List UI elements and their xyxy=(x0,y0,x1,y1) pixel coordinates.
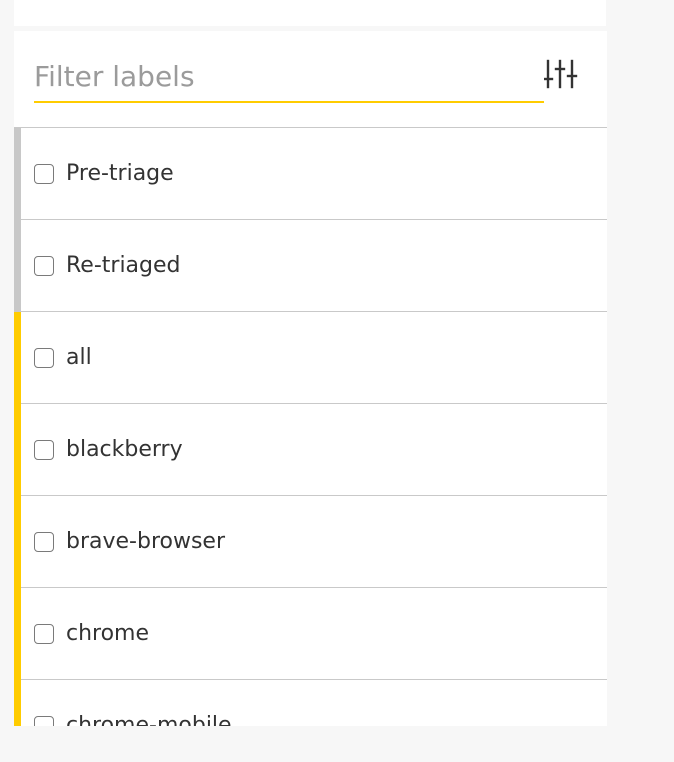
label-checkbox[interactable] xyxy=(34,623,54,644)
label-checkbox[interactable] xyxy=(34,163,54,184)
label-name: blackberry xyxy=(66,437,183,462)
sliders-icon xyxy=(542,59,578,89)
label-color-bar xyxy=(14,588,21,680)
top-strip xyxy=(14,0,606,26)
label-checkbox[interactable] xyxy=(34,531,54,552)
filter-labels-input[interactable] xyxy=(34,55,544,103)
label-item[interactable]: all xyxy=(14,312,607,404)
label-color-bar xyxy=(14,312,21,404)
label-item[interactable]: brave-browser xyxy=(14,496,607,588)
label-color-bar xyxy=(14,220,21,312)
filter-bar xyxy=(14,31,607,128)
label-name: chrome-mobile xyxy=(66,713,232,726)
label-item[interactable]: blackberry xyxy=(14,404,607,496)
label-checkbox[interactable] xyxy=(34,255,54,276)
label-item[interactable]: Re-triaged xyxy=(14,220,607,312)
label-name: Re-triaged xyxy=(66,253,181,278)
label-item[interactable]: chrome-mobile xyxy=(14,680,607,726)
settings-button[interactable] xyxy=(542,59,580,91)
label-name: all xyxy=(66,345,92,370)
label-color-bar xyxy=(14,496,21,588)
label-item[interactable]: Pre-triage xyxy=(14,128,607,220)
label-name: chrome xyxy=(66,621,150,646)
label-checkbox[interactable] xyxy=(34,715,54,726)
labels-panel: Pre-triage Re-triaged all blackberry brave-b… xyxy=(14,31,607,726)
label-checkbox[interactable] xyxy=(34,439,54,460)
label-name: Pre-triage xyxy=(66,161,174,186)
label-color-bar xyxy=(14,128,21,220)
label-checkbox[interactable] xyxy=(34,347,54,368)
label-color-bar xyxy=(14,404,21,496)
label-name: brave-browser xyxy=(66,529,226,554)
label-color-bar xyxy=(14,680,21,726)
label-item[interactable]: chrome xyxy=(14,588,607,680)
label-list: Pre-triage Re-triaged all blackberry brave-b… xyxy=(14,128,607,726)
